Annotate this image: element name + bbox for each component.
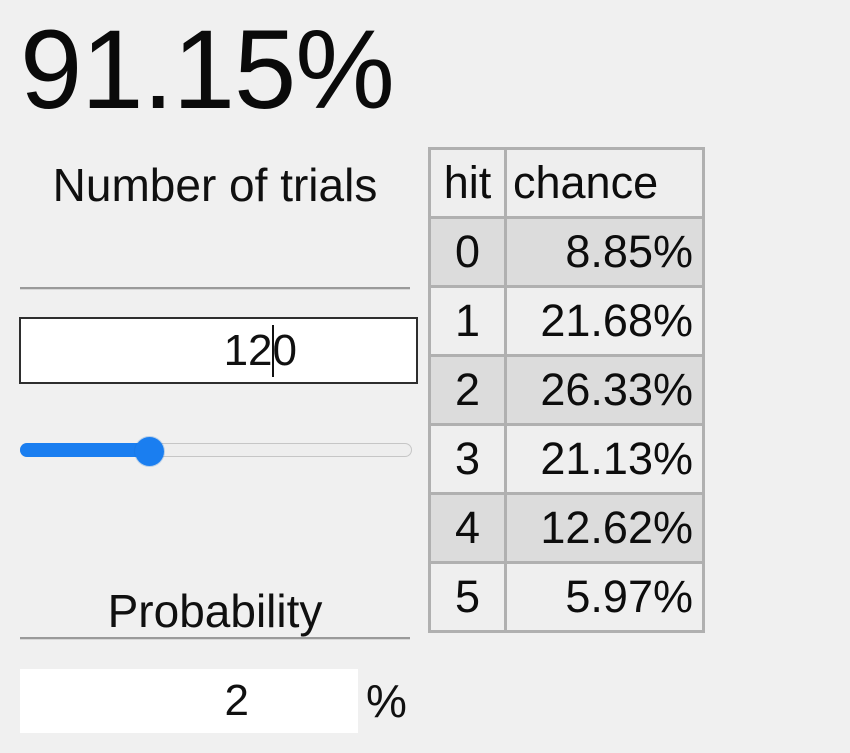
table-row: 1 21.68% xyxy=(428,285,705,357)
column-header-hit: hit xyxy=(428,147,507,219)
cell-chance: 12.62% xyxy=(504,492,705,564)
table-header-row: hit chance xyxy=(428,147,705,219)
probability-divider xyxy=(20,637,410,640)
trials-input[interactable]: 120 xyxy=(19,317,418,384)
cell-hit: 1 xyxy=(428,285,507,357)
probability-input[interactable]: 2 xyxy=(20,669,358,733)
table-body: 0 8.85% 1 21.68% 2 26.33% 3 21.13% 4 12.… xyxy=(428,216,705,633)
cell-hit: 3 xyxy=(428,423,507,495)
trials-input-value-after-caret: 0 xyxy=(272,325,297,375)
trials-input-value-before-caret: 12 xyxy=(223,325,273,375)
cell-hit: 0 xyxy=(428,216,507,288)
table-row: 2 26.33% xyxy=(428,354,705,426)
cell-hit: 5 xyxy=(428,561,507,633)
trials-slider[interactable] xyxy=(20,437,412,466)
table-row: 4 12.62% xyxy=(428,492,705,564)
table-row: 3 21.13% xyxy=(428,423,705,495)
controls-column: 91.15% Number of trials 120 Probability … xyxy=(0,0,428,753)
cell-chance: 26.33% xyxy=(504,354,705,426)
cell-chance: 5.97% xyxy=(504,561,705,633)
table-header: hit chance xyxy=(428,147,705,219)
cell-hit: 2 xyxy=(428,354,507,426)
binomial-calculator-app: 91.15% Number of trials 120 Probability … xyxy=(0,0,850,753)
cell-chance: 21.13% xyxy=(504,423,705,495)
slider-fill xyxy=(20,443,149,457)
column-header-chance: chance xyxy=(504,147,705,219)
cell-chance: 21.68% xyxy=(504,285,705,357)
chance-table-container: hit chance 0 8.85% 1 21.68% 2 26.33% 3 2… xyxy=(428,147,705,633)
slider-thumb[interactable] xyxy=(135,437,164,466)
result-percentage: 91.15% xyxy=(20,7,395,132)
table-row: 5 5.97% xyxy=(428,561,705,633)
trials-input-text-wrap: 120 xyxy=(223,324,297,377)
trials-divider xyxy=(20,287,410,290)
probability-input-value: 2 xyxy=(224,676,249,725)
cell-chance: 8.85% xyxy=(504,216,705,288)
probability-label: Probability xyxy=(107,585,323,637)
cell-hit: 4 xyxy=(428,492,507,564)
trials-label: Number of trials xyxy=(52,159,378,211)
percent-suffix-label: % xyxy=(366,675,407,727)
chance-table: hit chance 0 8.85% 1 21.68% 2 26.33% 3 2… xyxy=(428,147,705,633)
table-row: 0 8.85% xyxy=(428,216,705,288)
